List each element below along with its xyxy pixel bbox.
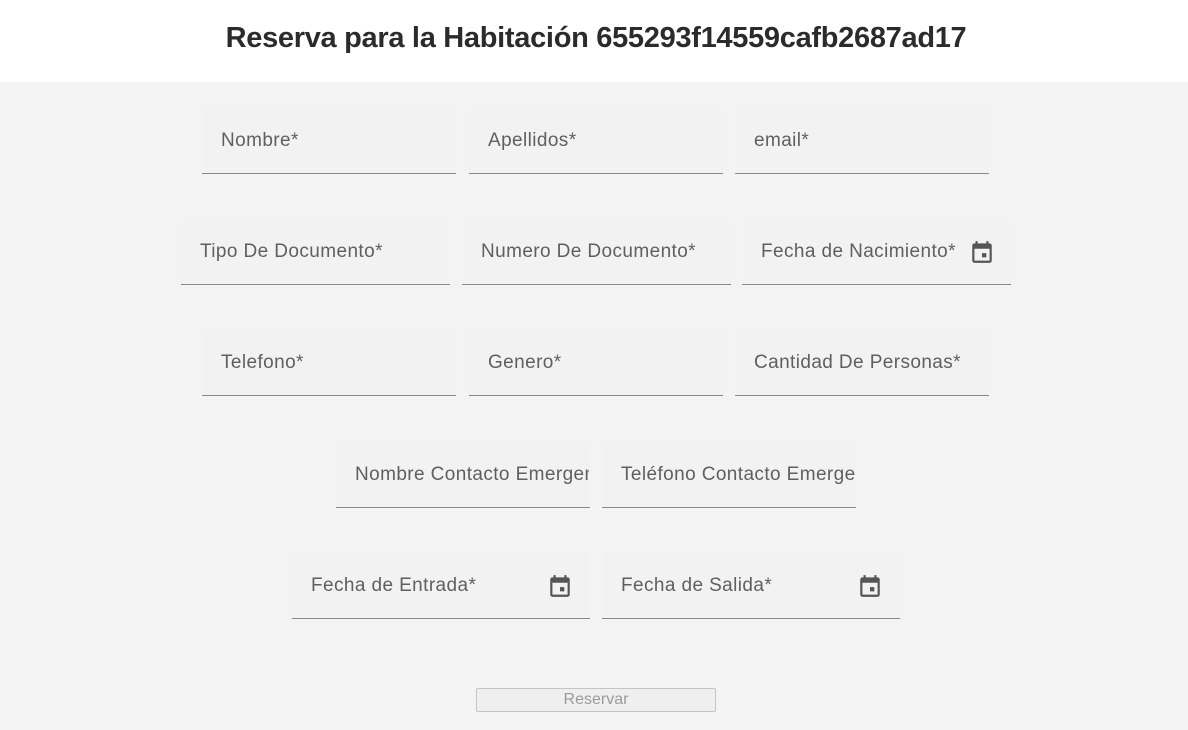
calendar-icon[interactable] xyxy=(547,573,573,599)
tipo-documento-label: Tipo De Documento* xyxy=(200,241,383,262)
calendar-icon[interactable] xyxy=(969,239,995,265)
fecha-nacimiento-label: Fecha de Nacimiento* xyxy=(761,241,956,262)
reservar-button[interactable]: Reservar xyxy=(476,688,716,712)
cantidad-personas-label: Cantidad De Personas* xyxy=(754,352,961,373)
page-title: Reserva para la Habitación 655293f14559c… xyxy=(225,22,967,54)
telefono-contacto-emergencia-label: Teléfono Contacto Emergencia* xyxy=(621,464,856,485)
cantidad-personas-field[interactable]: Cantidad De Personas* xyxy=(735,330,989,396)
fecha-salida-field[interactable]: Fecha de Salida* xyxy=(602,553,900,619)
numero-documento-label: Numero De Documento* xyxy=(481,241,696,262)
numero-documento-field[interactable]: Numero De Documento* xyxy=(462,219,731,285)
email-label: email* xyxy=(754,130,810,151)
genero-field[interactable]: Genero* xyxy=(469,330,723,396)
fecha-entrada-field[interactable]: Fecha de Entrada* xyxy=(292,553,590,619)
fecha-entrada-label: Fecha de Entrada* xyxy=(311,575,477,596)
reservation-form xyxy=(0,82,1188,730)
calendar-icon[interactable] xyxy=(857,573,883,599)
apellidos-field[interactable]: Apellidos* xyxy=(469,108,723,174)
nombre-contacto-emergencia-label: Nombre Contacto Emergencia* xyxy=(355,464,589,485)
nombre-field[interactable]: Nombre* xyxy=(202,108,456,174)
apellidos-label: Apellidos* xyxy=(488,130,577,151)
telefono-label: Telefono* xyxy=(221,352,304,373)
tipo-documento-field[interactable]: Tipo De Documento* xyxy=(181,219,450,285)
fecha-salida-label: Fecha de Salida* xyxy=(621,575,773,596)
email-field[interactable]: email* xyxy=(735,108,989,174)
fecha-nacimiento-field[interactable]: Fecha de Nacimiento* xyxy=(742,219,1011,285)
telefono-field[interactable]: Telefono* xyxy=(202,330,456,396)
genero-label: Genero* xyxy=(488,352,562,373)
nombre-contacto-emergencia-field[interactable]: Nombre Contacto Emergencia* xyxy=(336,442,590,508)
telefono-contacto-emergencia-field[interactable]: Teléfono Contacto Emergencia* xyxy=(602,442,856,508)
page-header: Reserva para la Habitación 655293f14559c… xyxy=(0,0,1188,82)
nombre-label: Nombre* xyxy=(221,130,299,151)
